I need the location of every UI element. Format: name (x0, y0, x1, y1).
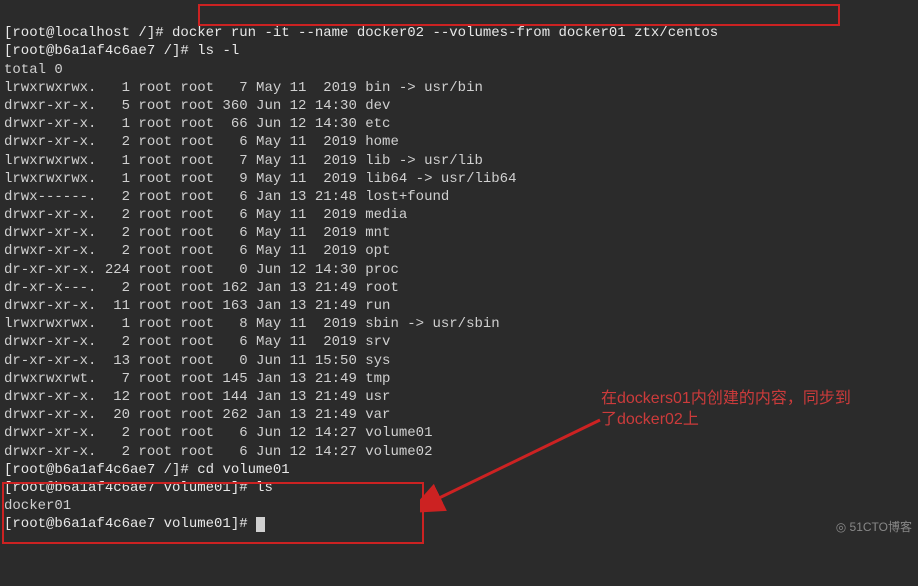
ls-output-row: dr-xr-xr-x. 13 root root 0 Jun 11 15:50 … (4, 353, 390, 369)
prompt: [root@b6a1af4c6ae7 /]# (4, 43, 197, 59)
ls-output-row: dr-xr-x---. 2 root root 162 Jan 13 21:49… (4, 280, 399, 296)
ls-command: ls -l (197, 43, 239, 59)
prompt: [root@b6a1af4c6ae7 volume01]# (4, 480, 256, 496)
ls-output-row: drwxr-xr-x. 11 root root 163 Jan 13 21:4… (4, 298, 390, 314)
ls-output-row: drwxr-xr-x. 2 root root 6 Jun 12 14:27 v… (4, 444, 432, 460)
ls-output-row: drwxr-xr-x. 2 root root 6 May 11 2019 me… (4, 207, 407, 223)
ls-output-row: drwxr-xr-x. 2 root root 6 May 11 2019 ho… (4, 134, 399, 150)
ls-output-row: lrwxrwxrwx. 1 root root 8 May 11 2019 sb… (4, 316, 500, 332)
ls-command: ls (256, 480, 273, 496)
watermark: ◎ 51CTO博客 (836, 518, 912, 535)
ls-output-row: dr-xr-xr-x. 224 root root 0 Jun 12 14:30… (4, 262, 399, 278)
ls-output-row: drwxr-xr-x. 2 root root 6 May 11 2019 sr… (4, 334, 390, 350)
cd-command: cd volume01 (197, 462, 289, 478)
ls-output-row: lrwxrwxrwx. 1 root root 9 May 11 2019 li… (4, 171, 516, 187)
prompt: [root@localhost /]# (4, 25, 172, 41)
ls-output-row: drwxr-xr-x. 1 root root 66 Jun 12 14:30 … (4, 116, 390, 132)
ls-output: docker01 (4, 498, 71, 514)
ls-output-row: drwxr-xr-x. 12 root root 144 Jan 13 21:4… (4, 389, 390, 405)
ls-output-row: drwxrwxrwt. 7 root root 145 Jan 13 21:49… (4, 371, 390, 387)
terminal-window[interactable]: [root@localhost /]# docker run -it --nam… (0, 0, 918, 539)
ls-output-row: drwxr-xr-x. 20 root root 262 Jan 13 21:4… (4, 407, 390, 423)
ls-output-row: drwxr-xr-x. 2 root root 6 May 11 2019 op… (4, 243, 390, 259)
total-line: total 0 (4, 62, 63, 78)
annotation-text: 在dockers01内创建的内容，同步到了docker02上 (601, 389, 861, 431)
prompt: [root@b6a1af4c6ae7 volume01]# (4, 516, 256, 532)
ls-output-row: drwxr-xr-x. 2 root root 6 May 11 2019 mn… (4, 225, 390, 241)
ls-output-row: drwxr-xr-x. 2 root root 6 Jun 12 14:27 v… (4, 425, 432, 441)
docker-run-command: docker run -it --name docker02 --volumes… (172, 25, 718, 41)
prompt: [root@b6a1af4c6ae7 /]# (4, 462, 197, 478)
cursor-icon (256, 517, 265, 532)
ls-output-row: drwx------. 2 root root 6 Jan 13 21:48 l… (4, 189, 449, 205)
ls-output-row: drwxr-xr-x. 5 root root 360 Jun 12 14:30… (4, 98, 390, 114)
ls-output-row: lrwxrwxrwx. 1 root root 7 May 11 2019 bi… (4, 80, 483, 96)
ls-output-row: lrwxrwxrwx. 1 root root 7 May 11 2019 li… (4, 153, 483, 169)
